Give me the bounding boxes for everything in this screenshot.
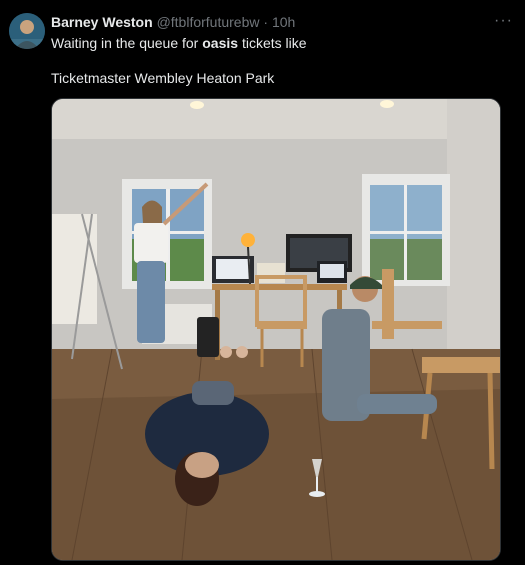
author-name[interactable]: Barney Weston <box>51 14 153 30</box>
text-suffix: tickets like <box>238 35 307 51</box>
text-bold: oasis <box>202 35 239 51</box>
text-line2: Ticketmaster Wembley Heaton Park <box>51 70 275 86</box>
room-photo <box>52 99 500 560</box>
timestamp[interactable]: 10h <box>272 14 295 30</box>
tweet-photo[interactable] <box>51 98 501 561</box>
more-horizontal-icon[interactable]: ··· <box>494 12 513 30</box>
avatar-image <box>9 13 45 49</box>
separator-dot: · <box>263 14 269 30</box>
tweet-header: Barney Weston @ftblforfuturebw · 10h <box>51 14 295 30</box>
tweet[interactable]: Barney Weston @ftblforfuturebw · 10h ···… <box>0 0 525 565</box>
tweet-text: Waiting in the queue for oasis tickets l… <box>51 34 511 87</box>
avatar[interactable] <box>9 13 45 49</box>
text-prefix: Waiting in the queue for <box>51 35 203 51</box>
author-handle[interactable]: @ftblforfuturebw <box>157 14 260 30</box>
